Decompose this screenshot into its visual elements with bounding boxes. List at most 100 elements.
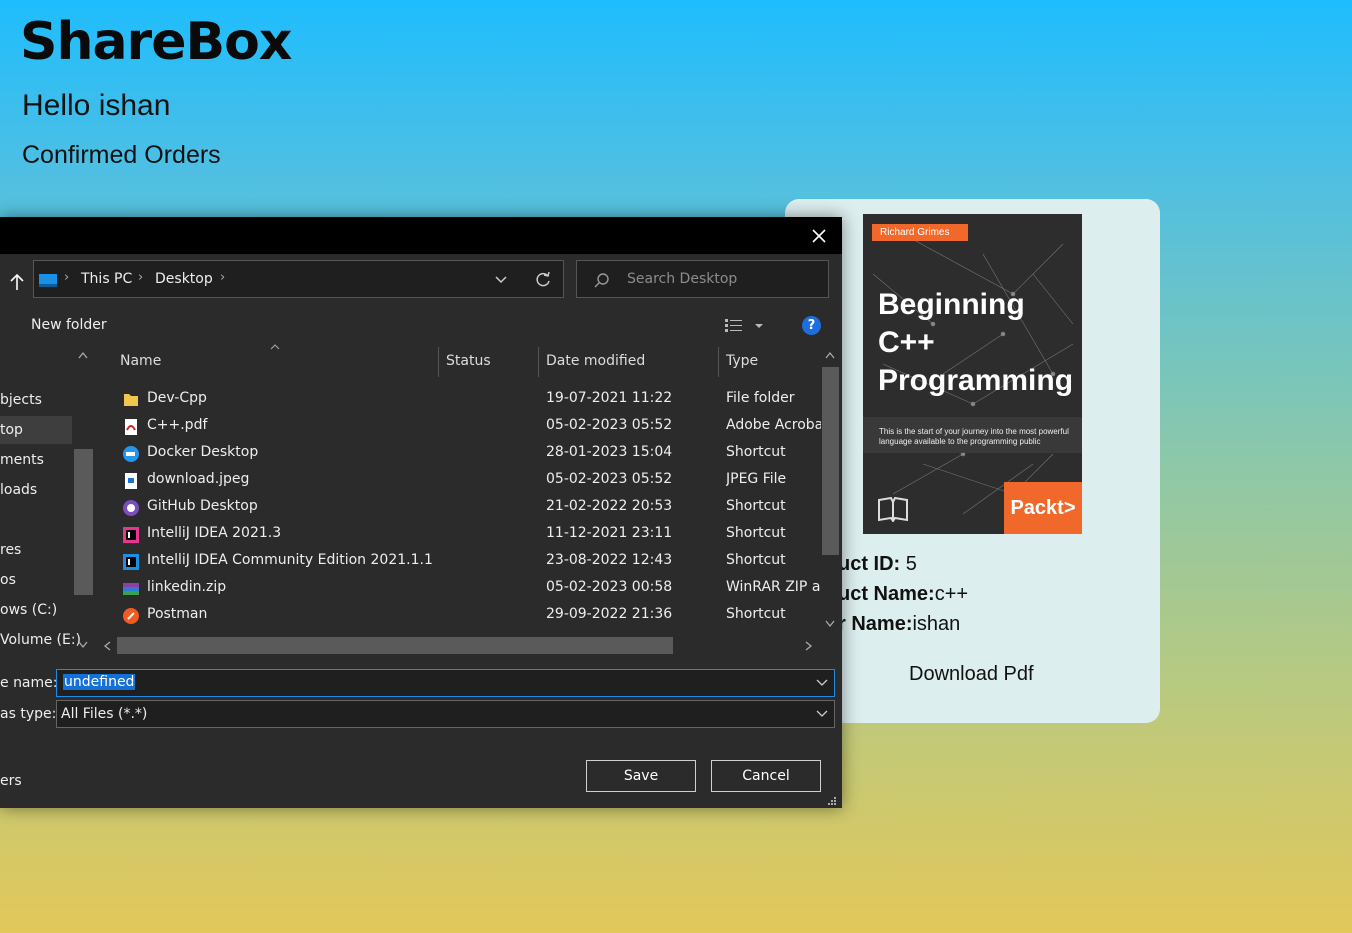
file-row[interactable]: IntelliJ IDEA Community Edition 2021.1.1… (113, 548, 825, 575)
column-divider[interactable] (438, 347, 439, 377)
file-name: Postman (147, 606, 208, 622)
scroll-up-icon[interactable] (77, 350, 89, 360)
app-brand: ShareBox (20, 12, 292, 72)
file-row[interactable]: C++.pdf 05-02-2023 05:52 Adobe Acroba (113, 413, 825, 440)
product-name-value: c++ (934, 583, 969, 605)
save-file-dialog: › This PC › Desktop › Search Desktop New… (0, 217, 842, 808)
file-name-input[interactable]: undefined (56, 669, 835, 697)
save-button[interactable]: Save (586, 760, 696, 792)
close-icon[interactable] (807, 226, 831, 246)
refresh-icon[interactable] (534, 271, 552, 289)
product-id-value: 5 (900, 553, 917, 575)
vertical-scrollbar-thumb[interactable] (822, 367, 839, 555)
product-name: uct Name:c++ (838, 583, 968, 606)
file-type: WinRAR ZIP ar (726, 579, 821, 595)
save-type-select[interactable]: All Files (*.*) (56, 700, 835, 728)
hide-folders-toggle[interactable]: ers (0, 773, 22, 789)
chevron-right-icon: › (220, 270, 226, 285)
folder-icon (124, 394, 138, 406)
file-name: linkedin.zip (147, 579, 227, 595)
file-type: File folder (726, 390, 795, 406)
scroll-down-icon[interactable] (77, 640, 89, 650)
file-row[interactable]: IntelliJ IDEA 2021.3 11-12-2021 23:11 Sh… (113, 521, 825, 548)
product-name-label: uct Name: (838, 583, 935, 605)
section-title: Confirmed Orders (22, 141, 221, 169)
file-name: download.jpeg (147, 471, 250, 487)
column-header-date[interactable]: Date modified (546, 353, 645, 369)
dialog-titlebar (0, 217, 842, 254)
nav-item-documents[interactable]: ments (0, 452, 44, 468)
column-divider[interactable] (538, 347, 539, 377)
file-name-value: undefined (63, 674, 136, 690)
file-row[interactable]: GitHub Desktop 21-02-2022 20:53 Shortcut (113, 494, 825, 521)
chevron-down-icon[interactable] (816, 710, 828, 718)
horizontal-scrollbar-thumb[interactable] (117, 637, 673, 654)
file-row[interactable]: download.jpeg 05-02-2023 05:52 JPEG File (113, 467, 825, 494)
sort-ascending-icon (270, 344, 280, 350)
file-type: Shortcut (726, 444, 786, 460)
file-date: 29-09-2022 21:36 (546, 606, 673, 622)
chevron-right-icon: › (64, 270, 70, 285)
help-icon[interactable]: ? (802, 316, 821, 335)
save-type-value: All Files (*.*) (61, 706, 148, 722)
nav-item-downloads[interactable]: loads (0, 482, 37, 498)
file-date: 05-02-2023 05:52 (546, 471, 673, 487)
view-options-icon[interactable] (724, 318, 768, 334)
docker-icon (123, 446, 139, 462)
nav-item-videos[interactable]: os (0, 572, 16, 588)
github-icon (123, 500, 139, 516)
file-type: Shortcut (726, 552, 786, 568)
address-bar[interactable]: › This PC › Desktop › (33, 260, 564, 298)
scroll-left-icon[interactable] (102, 640, 112, 652)
file-date: 11-12-2021 23:11 (546, 525, 673, 541)
column-divider[interactable] (718, 347, 719, 377)
new-folder-button[interactable]: New folder (31, 317, 107, 333)
file-type: JPEG File (726, 471, 787, 487)
column-header-status[interactable]: Status (446, 353, 491, 369)
open-book-icon (878, 496, 908, 522)
file-name: Dev-Cpp (147, 390, 207, 406)
zip-icon (123, 583, 139, 595)
intellij-icon (123, 527, 139, 543)
file-date: 23-08-2022 12:43 (546, 552, 673, 568)
cancel-button[interactable]: Cancel (711, 760, 821, 792)
search-icon (594, 273, 609, 288)
book-tagline: This is the start of your journey into t… (879, 427, 1069, 446)
image-file-icon (125, 473, 137, 489)
save-type-label: as type: (0, 706, 57, 722)
nav-item-3d-objects[interactable]: bjects (0, 392, 42, 408)
column-header-type[interactable]: Type (726, 353, 758, 369)
file-type: Shortcut (726, 606, 786, 622)
nav-item-volume-e[interactable]: Volume (E:) (0, 632, 81, 648)
file-row[interactable]: linkedin.zip 05-02-2023 00:58 WinRAR ZIP… (113, 575, 825, 602)
chevron-down-icon[interactable] (494, 275, 508, 285)
scroll-right-icon[interactable] (804, 640, 814, 652)
nav-item-windows-c[interactable]: ows (C:) (0, 602, 57, 618)
download-pdf-button[interactable]: Download Pdf (909, 663, 1034, 686)
file-date: 05-02-2023 00:58 (546, 579, 673, 595)
breadcrumb-desktop[interactable]: Desktop (155, 271, 213, 287)
scroll-down-icon[interactable] (824, 619, 836, 629)
product-id: uct ID: 5 (838, 553, 917, 576)
scroll-up-icon[interactable] (824, 350, 836, 360)
book-title: Beginning C++ Programming (878, 286, 1078, 400)
nav-item-desktop[interactable]: top (0, 422, 23, 438)
book-author: Richard Grimes (872, 224, 968, 241)
this-pc-icon (39, 274, 57, 287)
file-row[interactable]: Dev-Cpp 19-07-2021 11:22 File folder (113, 386, 825, 413)
file-date: 19-07-2021 11:22 (546, 390, 673, 406)
chevron-right-icon: › (138, 270, 144, 285)
breadcrumb-this-pc[interactable]: This PC (81, 271, 132, 287)
resize-grip-icon[interactable] (826, 795, 838, 807)
column-header-name[interactable]: Name (120, 353, 161, 369)
file-row[interactable]: Docker Desktop 28-01-2023 15:04 Shortcut (113, 440, 825, 467)
book-title-line2: Programming (878, 364, 1074, 397)
up-arrow-icon[interactable] (9, 273, 25, 291)
file-type: Shortcut (726, 525, 786, 541)
nav-scrollbar-thumb[interactable] (74, 449, 93, 595)
nav-item-pictures[interactable]: res (0, 542, 21, 558)
intellij-community-icon (123, 554, 139, 570)
file-row[interactable]: Postman 29-09-2022 21:36 Shortcut (113, 602, 825, 629)
search-input[interactable]: Search Desktop (576, 260, 829, 298)
chevron-down-icon[interactable] (816, 679, 828, 687)
